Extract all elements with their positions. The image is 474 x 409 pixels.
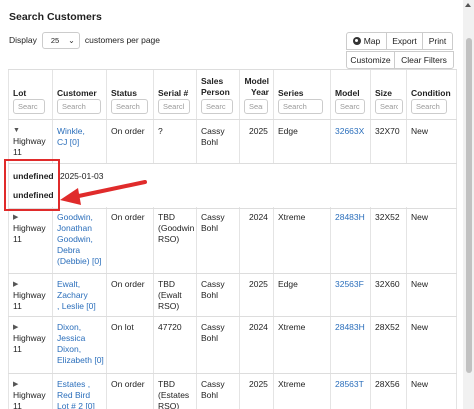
- cell-lot: Highway 11: [13, 390, 46, 409]
- cell-condition: New: [411, 279, 429, 289]
- cell-sales-person: Cassy Bohl: [201, 279, 225, 300]
- cell-size: 32X60: [375, 279, 400, 289]
- cell-size: 32X52: [375, 212, 400, 222]
- row-expand-toggle[interactable]: ▶: [13, 379, 18, 390]
- cell-sales-person: Cassy Bohl: [201, 126, 225, 147]
- cell-serial: ?: [158, 126, 163, 136]
- row-expand-toggle[interactable]: ▶: [13, 279, 18, 290]
- chevron-down-icon: ⌄: [68, 35, 75, 45]
- filter-size-input[interactable]: [375, 99, 403, 114]
- row-expand-toggle[interactable]: ▶: [13, 322, 18, 333]
- cell-size: 28X52: [375, 322, 400, 332]
- filter-serial-input[interactable]: [158, 99, 190, 114]
- map-button[interactable]: Map: [346, 32, 387, 50]
- cell-size: 28X56: [375, 379, 400, 389]
- col-header-customer: Customer: [57, 88, 97, 98]
- print-button[interactable]: Print: [422, 32, 453, 50]
- cell-status: On order: [111, 212, 145, 222]
- vertical-scrollbar[interactable]: [463, 0, 474, 409]
- col-header-series: Series: [278, 88, 304, 98]
- cell-model-year: 2025: [249, 126, 268, 136]
- cell-model-link[interactable]: 28563T: [335, 379, 364, 390]
- cell-model-year: 2024: [249, 212, 268, 222]
- cell-sales-person: Cassy Bohl: [201, 322, 225, 343]
- clear-filters-button[interactable]: Clear Filters: [394, 51, 454, 69]
- page-title: Search Customers: [9, 11, 102, 23]
- filter-status-input[interactable]: [111, 99, 148, 114]
- col-header-model-year: Model Year: [244, 76, 269, 97]
- cell-series: Edge: [278, 279, 298, 289]
- cell-customer-link[interactable]: Winkle, CJ [0]: [57, 126, 85, 148]
- col-header-status: Status: [111, 88, 137, 98]
- cell-serial: TBD (Goodwin RSO): [158, 212, 195, 244]
- map-button-label: Map: [363, 36, 381, 46]
- cell-model-link[interactable]: 32563F: [335, 279, 364, 290]
- cell-series: Xtreme: [278, 379, 306, 389]
- cell-serial: 47720: [158, 322, 182, 332]
- cell-customer-link[interactable]: Estates , Red Bird Lot # 2 [0]: [57, 379, 95, 409]
- cell-lot: Highway 11: [13, 333, 46, 354]
- filter-lot-input[interactable]: [13, 99, 45, 114]
- filter-customer-input[interactable]: [57, 99, 101, 114]
- cell-condition: New: [411, 322, 429, 332]
- filter-condition-input[interactable]: [411, 99, 447, 114]
- annotation-highlight-box: [4, 159, 60, 211]
- cell-series: Xtreme: [278, 322, 306, 332]
- cell-serial: TBD (Estates RSO): [158, 379, 190, 409]
- cell-status: On order: [111, 379, 145, 389]
- cell-model-year: 2024: [249, 322, 268, 332]
- display-label: Display: [9, 35, 37, 45]
- globe-icon: [352, 37, 361, 45]
- page-size-select[interactable]: 25 ⌄: [41, 31, 80, 49]
- col-header-lot: Lot: [13, 88, 27, 98]
- toolbar: Map Export Print Customize Clear Filters: [346, 32, 455, 69]
- cell-lot: Highway 11: [13, 290, 46, 311]
- cell-model-link[interactable]: 28483H: [335, 322, 365, 333]
- cell-condition: New: [411, 379, 429, 389]
- col-header-sales-person: Sales Person: [201, 76, 230, 97]
- filter-series-input[interactable]: [278, 99, 323, 114]
- col-header-size: Size: [375, 88, 393, 98]
- display-suffix: customers per page: [84, 35, 160, 45]
- cell-condition: New: [411, 212, 429, 222]
- filter-model-input[interactable]: [335, 99, 365, 114]
- cell-size: 32X70: [375, 126, 400, 136]
- row-expand-toggle[interactable]: ▶: [13, 212, 18, 223]
- customize-button[interactable]: Customize: [346, 51, 395, 69]
- cell-model-link[interactable]: 28483H: [335, 212, 365, 223]
- cell-lot: Highway 11: [13, 136, 46, 157]
- row-collapse-toggle[interactable]: ▼: [13, 125, 20, 136]
- cell-status: On order: [111, 126, 145, 136]
- cell-status: On order: [111, 279, 145, 289]
- scroll-up-icon[interactable]: [465, 3, 471, 7]
- col-header-serial: Serial #: [158, 88, 189, 98]
- cell-customer-link[interactable]: Dixon, Jessica Dixon, Elizabeth [0]: [57, 322, 104, 366]
- filter-sales-person-input[interactable]: [201, 99, 233, 114]
- cell-lot: Highway 11: [13, 223, 46, 244]
- cell-model-link[interactable]: 32663X: [335, 126, 364, 137]
- col-header-condition: Condition: [411, 88, 451, 98]
- cell-series: Xtreme: [278, 212, 306, 222]
- cell-customer-link[interactable]: Ewalt, Zachary , Leslie [0]: [57, 279, 96, 312]
- display-control: Display 25 ⌄ customers per page: [9, 31, 160, 49]
- cell-customer-link[interactable]: Goodwin, Jonathan Goodwin, Debra (Debbie…: [57, 212, 101, 267]
- cell-sales-person: Cassy Bohl: [201, 379, 225, 400]
- cell-model-year: 2025: [249, 379, 268, 389]
- customers-table: [8, 69, 457, 70]
- cell-condition: New: [411, 126, 429, 136]
- export-button[interactable]: Export: [386, 32, 423, 50]
- page-size-value: 25: [50, 35, 60, 45]
- scrollbar-thumb[interactable]: [466, 38, 472, 373]
- annotation-arrow-icon: [60, 180, 147, 205]
- filter-model-year-input[interactable]: [244, 99, 268, 114]
- cell-status: On lot: [111, 322, 134, 332]
- cell-sales-person: Cassy Bohl: [201, 212, 225, 233]
- cell-serial: TBD (Ewalt RSO): [158, 279, 182, 311]
- col-header-model: Model: [335, 88, 360, 98]
- cell-series: Edge: [278, 126, 298, 136]
- cell-model-year: 2025: [249, 279, 268, 289]
